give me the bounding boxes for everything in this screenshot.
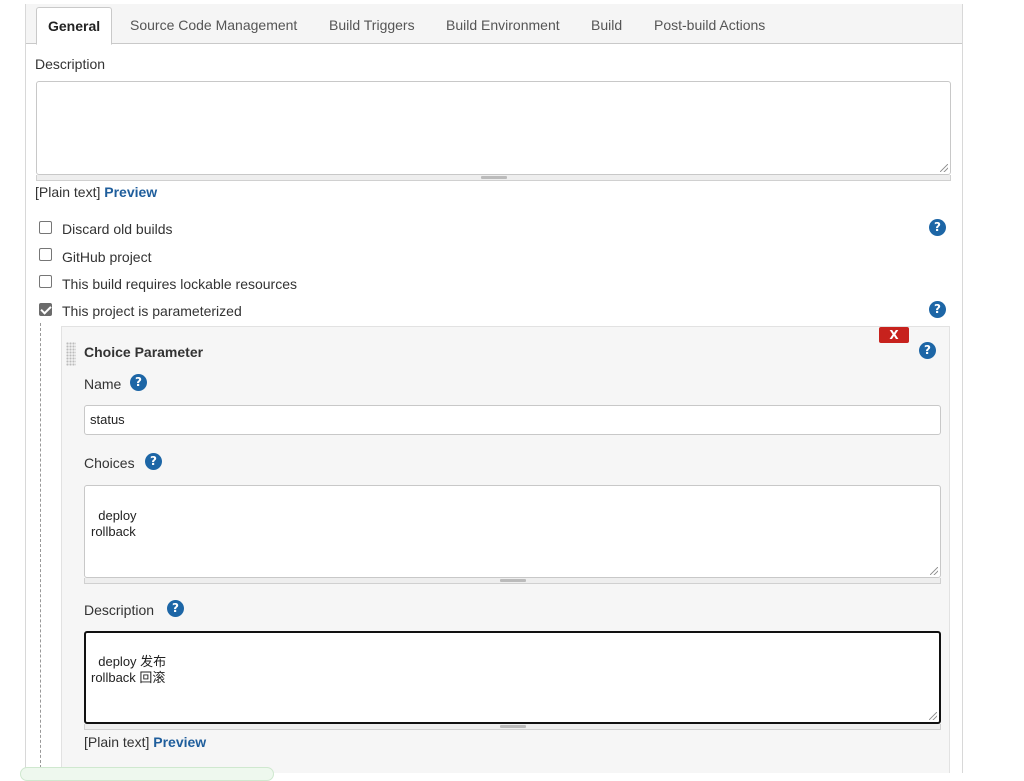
choices-text: deploy rollback xyxy=(91,508,137,539)
add-parameter-button[interactable] xyxy=(20,767,274,781)
description-label: Description xyxy=(35,56,106,72)
help-icon[interactable]: ? xyxy=(167,600,184,617)
help-icon[interactable]: ? xyxy=(929,301,946,318)
drag-handle-icon[interactable] xyxy=(66,342,76,366)
choices-textarea[interactable]: deploy rollback xyxy=(84,485,941,578)
parameterized-checkbox[interactable] xyxy=(39,303,52,316)
resize-handle-icon[interactable] xyxy=(940,164,948,172)
help-icon[interactable]: ? xyxy=(130,374,147,391)
choices-grip[interactable] xyxy=(84,578,941,584)
parameter-description-grip[interactable] xyxy=(84,724,941,730)
description-grip[interactable] xyxy=(36,175,951,181)
lockable-resources-label: This build requires lockable resources xyxy=(62,276,297,292)
description-format: [Plain text] Preview xyxy=(35,184,157,200)
tab-build[interactable]: Build xyxy=(580,7,633,44)
nesting-guide xyxy=(40,323,41,773)
parameter-description-textarea[interactable]: deploy 发布 rollback 回滚 xyxy=(84,631,941,724)
tab-general[interactable]: General xyxy=(36,7,113,45)
parameter-description-text: deploy 发布 rollback 回滚 xyxy=(91,654,167,685)
plain-text-label: [Plain text] xyxy=(35,184,101,200)
discard-old-builds-checkbox[interactable] xyxy=(39,221,52,234)
parameter-description-format: [Plain text] Preview xyxy=(84,734,206,750)
tab-build-environment[interactable]: Build Environment xyxy=(435,7,571,44)
discard-old-builds-label: Discard old builds xyxy=(62,221,173,237)
lockable-resources-checkbox[interactable] xyxy=(39,275,52,288)
tab-build-triggers[interactable]: Build Triggers xyxy=(318,7,426,44)
github-project-checkbox[interactable] xyxy=(39,248,52,261)
tab-post-build-actions[interactable]: Post-build Actions xyxy=(643,7,776,44)
resize-handle-icon[interactable] xyxy=(929,712,937,720)
parameter-description-label: Description xyxy=(84,602,155,618)
help-icon[interactable]: ? xyxy=(145,453,162,470)
name-label: Name xyxy=(84,376,122,392)
parameterized-label: This project is parameterized xyxy=(62,303,242,319)
parameter-name-input[interactable]: status xyxy=(84,405,941,435)
tab-bar: General Source Code Management Build Tri… xyxy=(26,4,962,45)
preview-link[interactable]: Preview xyxy=(104,184,157,200)
choices-label: Choices xyxy=(84,455,135,471)
help-icon[interactable]: ? xyxy=(929,219,946,236)
description-textarea[interactable] xyxy=(36,81,951,175)
parameter-title: Choice Parameter xyxy=(84,344,204,360)
help-icon[interactable]: ? xyxy=(919,342,936,359)
resize-handle-icon[interactable] xyxy=(930,567,938,575)
tab-source-code-management[interactable]: Source Code Management xyxy=(119,7,308,44)
delete-parameter-button[interactable]: X xyxy=(879,327,909,343)
preview-link[interactable]: Preview xyxy=(153,734,206,750)
github-project-label: GitHub project xyxy=(62,249,152,265)
plain-text-label: [Plain text] xyxy=(84,734,150,750)
